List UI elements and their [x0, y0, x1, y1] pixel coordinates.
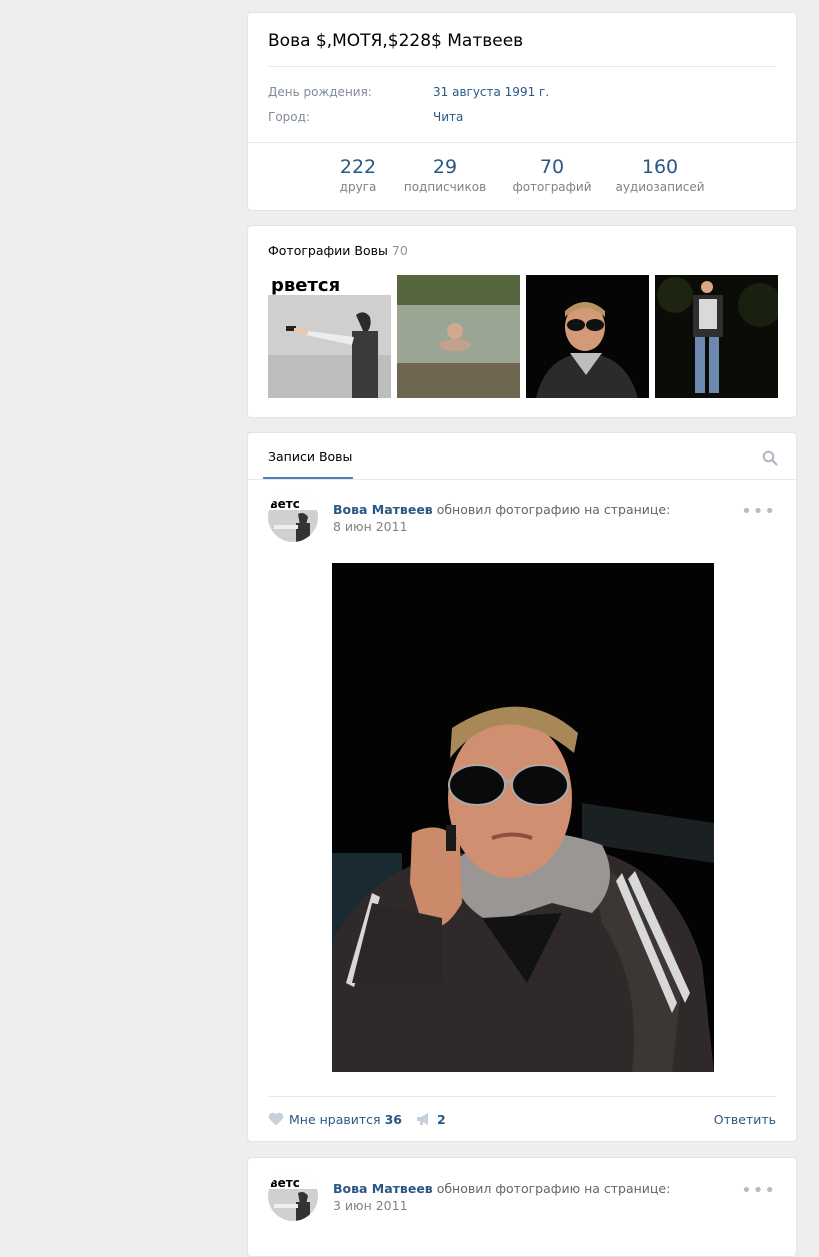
profile-card: Вова $,МОТЯ,$228$ Матвеев День рождения:…	[247, 12, 797, 211]
post-author-line: Вова Матвеев обновил фотографию на стран…	[333, 502, 670, 517]
post-action-text: обновил фотографию на странице:	[436, 1181, 671, 1196]
post-action-text: обновил фотографию на странице:	[436, 502, 671, 517]
heart-icon	[268, 1112, 284, 1126]
tab-posts[interactable]: Записи Вовы	[268, 449, 352, 464]
divider	[248, 142, 796, 143]
city-link[interactable]: Чита	[433, 110, 463, 124]
counter-label: подписчиков	[403, 180, 487, 194]
like-label: Мне нравится	[289, 1112, 381, 1127]
counter-label: фотографий	[512, 180, 592, 194]
counter-photos[interactable]: 70 фотографий	[510, 155, 594, 195]
photos-card: Фотографии Вовы 70 рвется	[247, 225, 797, 418]
like-count: 36	[384, 1112, 402, 1127]
avatar[interactable]: ʙетс	[268, 492, 318, 542]
counter-label: друга	[339, 180, 377, 194]
post-author-link[interactable]: Вова Матвеев	[333, 502, 433, 517]
profile-name: Вова $,МОТЯ,$228$ Матвеев	[268, 31, 524, 51]
photo-thumb-image: рвется	[268, 275, 391, 398]
photo-thumb-image	[526, 275, 649, 398]
counter-number: 222	[339, 156, 377, 178]
more-icon[interactable]: •••	[741, 501, 776, 522]
reply-button[interactable]: Ответить	[714, 1112, 776, 1127]
post-author-link[interactable]: Вова Матвеев	[333, 1181, 433, 1196]
photo-thumb-image	[655, 275, 778, 398]
photo-thumb[interactable]	[655, 275, 778, 398]
post-actions: Мне нравится 36 2 Ответить	[268, 1096, 776, 1142]
thumb-caption: рвется	[271, 275, 340, 296]
city-label: Город:	[268, 110, 310, 124]
more-icon[interactable]: •••	[741, 1180, 776, 1201]
photo-thumb[interactable]	[526, 275, 649, 398]
counter-label: аудиозаписей	[615, 180, 705, 194]
wall-tabs: Записи Вовы	[248, 433, 796, 480]
wall-post-card: ʙетс Вова Матвеев обновил фотографию на …	[247, 1157, 797, 1257]
birthday-link[interactable]: 31 августа 1991 г.	[433, 85, 549, 99]
photo-thumb[interactable]	[397, 275, 520, 398]
share-count: 2	[437, 1112, 446, 1127]
counter-number: 160	[641, 156, 679, 178]
megaphone-icon	[417, 1113, 428, 1125]
photos-count: 70	[391, 243, 408, 258]
post-photo[interactable]	[332, 563, 714, 1072]
counter-number: 29	[432, 156, 458, 178]
photo-thumb-image	[397, 275, 520, 398]
avatar[interactable]: ʙетс	[268, 1171, 318, 1221]
photos-header[interactable]: Фотографии Вовы 70	[268, 243, 408, 258]
like-button[interactable]: Мне нравится 36	[268, 1112, 402, 1127]
photos-title: Фотографии Вовы	[268, 243, 388, 258]
counter-audio[interactable]: 160 аудиозаписей	[614, 155, 706, 195]
photo-thumb[interactable]: рвется	[268, 275, 391, 398]
divider	[268, 66, 776, 67]
post-photo-image	[332, 563, 714, 1072]
share-button[interactable]: 2	[416, 1112, 446, 1127]
counter-friends[interactable]: 222 друга	[336, 155, 380, 195]
svg-text:ʙетс: ʙетс	[270, 497, 300, 511]
counter-followers[interactable]: 29 подписчиков	[401, 155, 489, 195]
post-date[interactable]: 8 июн 2011	[333, 519, 408, 534]
tab-active-indicator	[263, 477, 353, 479]
counter-number: 70	[539, 156, 565, 178]
svg-text:ʙетс: ʙетс	[270, 1176, 300, 1190]
post-date[interactable]: 3 июн 2011	[333, 1198, 408, 1213]
post-author-line: Вова Матвеев обновил фотографию на стран…	[333, 1181, 670, 1196]
search-icon[interactable]	[762, 450, 778, 470]
birthday-label: День рождения:	[268, 85, 372, 99]
profile-counters: 222 друга 29 подписчиков 70 фотографий 1…	[248, 155, 796, 205]
wall-card: Записи Вовы ʙетс Вова Матвеев обновил фо…	[247, 432, 797, 1142]
